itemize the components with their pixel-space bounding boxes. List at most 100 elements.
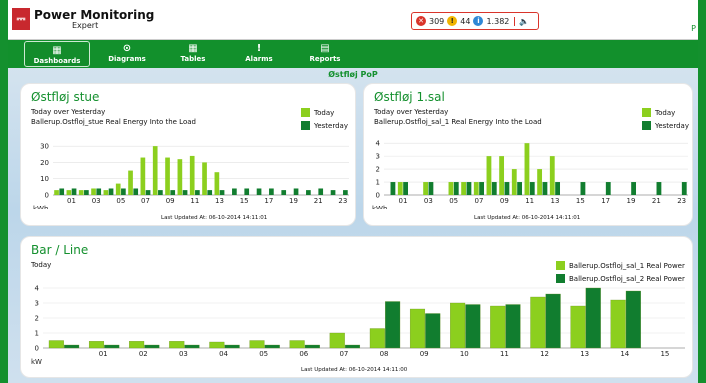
nav-label: Dashboards [33, 57, 81, 65]
x-tick-label: 13 [215, 197, 224, 205]
bar-series-2 [195, 190, 200, 195]
legend-swatch [556, 261, 565, 270]
y-tick-label: 4 [35, 285, 40, 293]
x-tick-label: 09 [166, 197, 175, 205]
nav-reports[interactable]: ▤ Reports [292, 40, 358, 68]
bar-series-2 [505, 304, 521, 349]
bar-series-2 [542, 182, 548, 195]
axis-unit-label: kWh [33, 205, 48, 209]
bar-series-2 [306, 190, 311, 195]
x-tick-label: 05 [449, 197, 458, 205]
bar-series-2 [269, 188, 274, 195]
x-tick-label: 14 [620, 350, 629, 358]
bar-series-2 [580, 182, 586, 195]
bar-series-2 [403, 182, 409, 195]
bar-series-2 [385, 301, 401, 349]
bar-series-2 [453, 182, 459, 195]
report-icon: ▤ [320, 43, 330, 54]
bar-series-2 [625, 290, 641, 349]
nav-dashboards[interactable]: ▦ Dashboards [24, 41, 90, 67]
y-tick-label: 20 [40, 159, 49, 167]
legend-swatch [642, 108, 651, 117]
bar-series-2 [145, 190, 151, 195]
bar-series-1 [152, 146, 158, 195]
bar-series-2 [207, 190, 213, 195]
bar-series-2 [293, 188, 299, 195]
section-title: Østfløj PoP [328, 70, 378, 79]
x-tick-label: 01 [399, 197, 408, 205]
nav-diagrams[interactable]: ⊙ Diagrams [94, 40, 160, 68]
bar-series-1 [409, 308, 426, 349]
bar-series-1 [511, 169, 517, 195]
app-header: ⎓ Power Monitoring Expert ✕ 309 ! 44 i 1… [8, 0, 698, 40]
nav-label: Diagrams [108, 55, 146, 63]
y-tick-label: 1 [35, 330, 39, 338]
legend-swatch [301, 108, 310, 117]
y-tick-label: 3 [376, 153, 380, 161]
x-tick-label: 12 [540, 350, 549, 358]
legend-swatch [642, 121, 651, 130]
window-frame-left [0, 0, 8, 383]
last-updated: Last Updated At: 06-10-2014 14:11:01 [161, 215, 268, 221]
alarm-summary[interactable]: ✕ 309 ! 44 i 1.382 🔈 [411, 12, 539, 30]
bar-series-1 [103, 190, 109, 195]
x-tick-label: 19 [289, 197, 298, 205]
bar-series-1 [214, 172, 220, 195]
bar-series-1 [499, 156, 505, 195]
y-tick-label: 30 [40, 143, 49, 151]
nav-label: Reports [309, 55, 341, 63]
bar-series-1 [177, 159, 183, 195]
app-logo-icon: ⎓ [12, 8, 30, 30]
bar-series-2 [545, 293, 561, 349]
speaker-icon[interactable]: 🔈 [514, 16, 529, 26]
bar-series-1 [165, 157, 170, 195]
bar-series-1 [169, 341, 185, 349]
x-tick-label: 11 [500, 350, 509, 358]
header-edge-letter: P [691, 24, 696, 33]
x-tick-label: 09 [500, 197, 509, 205]
bar-series-1 [369, 328, 385, 349]
bar-series-1 [48, 340, 64, 349]
bar-series-1 [189, 155, 195, 195]
bar-series-2 [158, 190, 163, 195]
bar-series-1 [537, 169, 543, 195]
card-source: Ballerup.Ostfloj_stue Real Energy Into t… [31, 118, 196, 126]
nav-tables[interactable]: ▦ Tables [160, 40, 226, 68]
bar-series-2 [84, 190, 89, 195]
legend-label: Yesterday [655, 121, 689, 130]
legend-label: Today [655, 108, 676, 117]
nav-label: Tables [180, 55, 206, 63]
legend-entry-yesterday: Yesterday [301, 121, 348, 130]
x-tick-label: 19 [627, 197, 636, 205]
bar-series-1 [289, 340, 305, 349]
bar-series-2 [64, 344, 80, 349]
window-frame-right [698, 0, 706, 383]
bar-series-2 [681, 182, 687, 195]
x-tick-label: 23 [677, 197, 686, 205]
x-tick-label: 23 [338, 197, 347, 205]
legend-label: Yesterday [314, 121, 348, 130]
app-title: Power Monitoring [34, 8, 155, 22]
nav-alarms[interactable]: ! Alarms [226, 40, 292, 68]
bar-series-1 [490, 305, 506, 349]
x-tick-label: 11 [190, 197, 199, 205]
bar-series-1 [91, 188, 96, 195]
bar-series-1 [54, 190, 59, 195]
bar-series-2 [330, 190, 336, 195]
bar-series-1 [202, 162, 207, 195]
bar-series-2 [170, 190, 176, 195]
x-tick-label: 07 [141, 197, 150, 205]
bar-series-1 [115, 183, 121, 195]
warning-alarm-count: 44 [460, 16, 471, 26]
bar-series-1 [88, 341, 105, 349]
x-tick-label: 06 [299, 350, 308, 358]
bar-series-2 [219, 190, 225, 195]
y-tick-label: 0 [45, 192, 49, 200]
y-tick-label: 2 [35, 315, 39, 323]
bar-series-2 [264, 344, 280, 349]
last-updated: Last Updated At: 06-10-2014 14:11:01 [474, 215, 581, 221]
alarm-icon: ! [256, 43, 262, 54]
bar-chart-barline: 0123401 02 03 04 05 06 07 08 09 10 11 12 13 14 15kW [31, 285, 685, 366]
nav-label: Alarms [245, 55, 273, 63]
bar-series-2 [605, 182, 611, 195]
